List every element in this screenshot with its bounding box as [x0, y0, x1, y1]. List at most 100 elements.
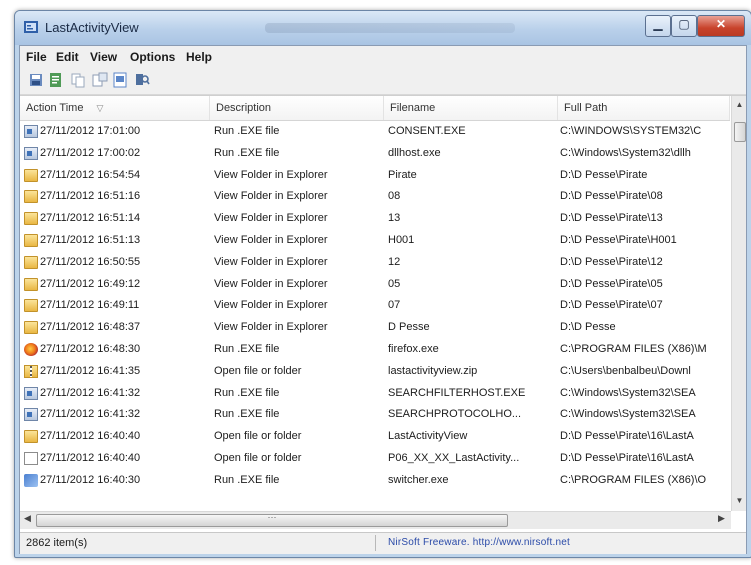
folder-icon: [24, 430, 38, 444]
export-icon[interactable]: [48, 72, 64, 88]
table-row[interactable]: 27/11/2012 16:51:13 View Folder in Explor…: [20, 230, 730, 252]
cell-description: Run .EXE file: [214, 408, 280, 421]
document-icon: [24, 451, 38, 465]
cell-filename: firefox.exe: [388, 342, 439, 355]
menu-bar: File Edit View Options Help: [20, 46, 746, 68]
cell-description: View Folder in Explorer: [214, 299, 328, 312]
cell-description: View Folder in Explorer: [214, 277, 328, 290]
column-header-full-path[interactable]: Full Path: [558, 96, 730, 120]
menu-edit[interactable]: Edit: [56, 50, 79, 64]
exe-file-icon: [24, 125, 38, 138]
table-row[interactable]: 27/11/2012 16:40:30 Run .EXE file switcher…: [20, 470, 730, 492]
table-row[interactable]: 27/11/2012 16:41:32 Run .EXE file SEARCHPR…: [20, 404, 730, 426]
cell-full-path: D:\D Pesse\Pirate\07: [560, 299, 663, 312]
cell-filename: CONSENT.EXE: [388, 125, 466, 137]
table-row[interactable]: 27/11/2012 16:49:11 View Folder in Explor…: [20, 295, 730, 317]
scroll-up-icon[interactable]: ▲: [732, 100, 746, 109]
scroll-down-icon[interactable]: ▼: [732, 496, 746, 505]
cell-filename: dllhost.exe: [388, 146, 441, 159]
folder-icon: [24, 168, 38, 182]
menu-help[interactable]: Help: [186, 50, 212, 64]
cell-description: Run .EXE file: [214, 342, 280, 355]
horizontal-scroll-thumb[interactable]: ⋯: [36, 512, 508, 527]
table-row[interactable]: 27/11/2012 17:01:00 Run .EXE file CONSENT.…: [20, 121, 730, 143]
maximize-button[interactable]: ▢: [671, 15, 697, 37]
column-header-filename[interactable]: Filename: [384, 96, 558, 120]
cell-description: Open file or folder: [214, 430, 302, 443]
activity-list[interactable]: Action Time ▽ Description Filename Full …: [20, 95, 746, 532]
column-header-label: Full Path: [564, 102, 608, 114]
status-bar: 2862 item(s) NirSoft Freeware. http://ww…: [20, 532, 746, 554]
cell-action-time: 27/11/2012 16:49:11: [40, 299, 140, 312]
cell-description: Open file or folder: [214, 451, 302, 464]
cell-full-path: C:\WINDOWS\SYSTEM32\C: [560, 125, 702, 137]
table-row[interactable]: 27/11/2012 17:00:02 Run .EXE file dllhost.…: [20, 143, 730, 165]
table-row[interactable]: 27/11/2012 16:40:40 Open file or folder P0…: [20, 448, 730, 470]
maximize-icon: ▢: [678, 17, 690, 31]
main-window: LastActivityView ▁ ▢ ✕ File Edit View Op…: [14, 10, 751, 558]
table-row[interactable]: 27/11/2012 16:51:14 View Folder in Explor…: [20, 208, 730, 230]
cell-action-time: 27/11/2012 16:51:14: [40, 212, 141, 225]
cell-full-path: C:\PROGRAM FILES (X86)\O: [560, 473, 707, 486]
folder-icon: [24, 299, 38, 313]
properties-icon[interactable]: [92, 72, 108, 88]
table-row[interactable]: 27/11/2012 16:48:37 View Folder in Explor…: [20, 317, 730, 339]
firefox-icon: [24, 342, 38, 356]
html-report-icon[interactable]: [112, 72, 128, 88]
table-row[interactable]: 27/11/2012 16:50:55 View Folder in Explor…: [20, 252, 730, 274]
close-button[interactable]: ✕: [697, 15, 745, 37]
cell-filename: SEARCHFILTERHOST.EXE: [388, 386, 526, 399]
title-bar[interactable]: LastActivityView ▁ ▢ ✕: [15, 11, 751, 45]
vertical-scrollbar[interactable]: ▲ ▼: [731, 96, 746, 511]
copy-icon[interactable]: [70, 72, 86, 88]
cell-filename: 05: [388, 277, 401, 290]
cell-filename: 08: [388, 190, 401, 203]
table-row[interactable]: 27/11/2012 16:49:12 View Folder in Explor…: [20, 274, 730, 296]
cell-filename: 12: [388, 255, 401, 268]
cell-action-time: 27/11/2012 16:54:54: [40, 168, 141, 181]
horizontal-scrollbar[interactable]: ◀ ⋯ ▶: [20, 511, 731, 529]
cell-filename: SEARCHPROTOCOLHO...: [388, 408, 522, 421]
list-rows: 27/11/2012 17:01:00 Run .EXE file CONSENT.…: [20, 121, 730, 511]
cell-action-time: 27/11/2012 16:50:55: [40, 255, 141, 268]
cell-full-path: D:\D Pesse\Pirate\16\LastA: [560, 430, 694, 443]
table-row[interactable]: 27/11/2012 16:48:30 Run .EXE file firefox.…: [20, 339, 730, 361]
cell-full-path: C:\Windows\System32\SEA: [560, 386, 696, 399]
toolbar: [20, 68, 746, 95]
table-row[interactable]: 27/11/2012 16:40:40 Open file or folder La…: [20, 426, 730, 448]
cell-description: View Folder in Explorer: [214, 168, 328, 181]
cell-description: Open file or folder: [214, 364, 302, 377]
nirsoft-link[interactable]: NirSoft Freeware. http://www.nirsoft.net: [388, 537, 570, 548]
menu-view[interactable]: View: [90, 50, 117, 64]
save-icon[interactable]: [28, 72, 44, 88]
column-header-label: Action Time: [26, 102, 84, 114]
minimize-button[interactable]: ▁: [645, 15, 671, 37]
scroll-left-icon[interactable]: ◀: [24, 513, 31, 524]
cell-full-path: D:\D Pesse\Pirate\16\LastA: [560, 451, 694, 464]
client-area: File Edit View Options Help Action Time …: [19, 45, 747, 554]
cell-filename: lastactivityview.zip: [388, 364, 478, 377]
close-icon: ✕: [715, 17, 727, 31]
cell-full-path: D:\D Pesse\Pirate: [560, 168, 648, 181]
table-row[interactable]: 27/11/2012 16:51:16 View Folder in Explor…: [20, 186, 730, 208]
column-header-description[interactable]: Description: [210, 96, 384, 120]
table-row[interactable]: 27/11/2012 16:41:35 Open file or folder la…: [20, 361, 730, 383]
cell-description: Run .EXE file: [214, 146, 280, 159]
scroll-right-icon[interactable]: ▶: [718, 513, 725, 524]
cell-full-path: D:\D Pesse\Pirate\12: [560, 255, 663, 268]
folder-icon: [24, 277, 38, 291]
cell-full-path: C:\Windows\System32\SEA: [560, 408, 696, 421]
menu-options[interactable]: Options: [130, 50, 175, 64]
find-icon[interactable]: [134, 72, 150, 88]
cell-action-time: 27/11/2012 16:51:13: [40, 233, 141, 246]
cell-action-time: 27/11/2012 17:00:02: [40, 146, 141, 159]
cell-full-path: C:\Users\benbalbeu\Downl: [560, 364, 691, 377]
cell-filename: LastActivityView: [388, 430, 468, 443]
sort-descending-icon: ▽: [96, 103, 104, 113]
table-row[interactable]: 27/11/2012 16:54:54 View Folder in Explor…: [20, 165, 730, 187]
table-row[interactable]: 27/11/2012 16:41:32 Run .EXE file SEARCHFI…: [20, 383, 730, 405]
vertical-scroll-thumb[interactable]: [734, 122, 746, 142]
cell-description: Run .EXE file: [214, 473, 280, 486]
menu-file[interactable]: File: [26, 50, 47, 64]
column-header-action-time[interactable]: Action Time ▽: [20, 96, 210, 120]
